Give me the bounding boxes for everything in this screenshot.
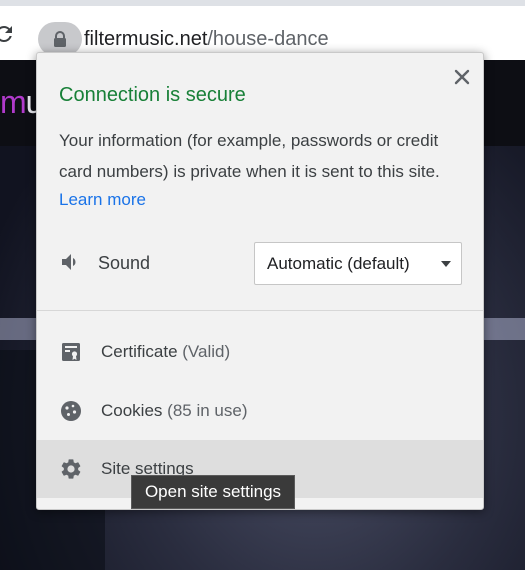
sound-dropdown[interactable]: Automatic (default) — [254, 242, 462, 285]
cookies-label: Cookies (85 in use) — [101, 401, 248, 420]
page-info-popup: Connection is secure Your information (f… — [36, 52, 484, 510]
lock-icon — [54, 31, 66, 47]
address-bar[interactable]: filtermusic.net/house-dance — [84, 26, 329, 52]
site-info-button[interactable] — [38, 22, 82, 56]
chevron-down-icon — [441, 261, 451, 267]
gear-icon — [61, 459, 81, 479]
sound-dropdown-value: Automatic (default) — [267, 254, 410, 273]
speaker-icon — [62, 254, 76, 270]
url-domain: filtermusic.net — [84, 28, 208, 50]
learn-more-link[interactable]: Learn more — [59, 187, 146, 213]
cookies-row[interactable]: Cookies (85 in use) — [37, 382, 483, 440]
certificate-icon — [62, 343, 80, 361]
section-divider — [37, 310, 483, 311]
connection-status-title: Connection is secure — [59, 84, 246, 106]
url-path: /house-dance — [207, 28, 329, 50]
reload-icon[interactable] — [0, 22, 16, 46]
browser-toolbar: filtermusic.net/house-dance — [0, 0, 525, 60]
sound-label: Sound — [98, 253, 151, 273]
certificate-row[interactable]: Certificate (Valid) — [37, 323, 483, 381]
close-icon[interactable] — [450, 65, 474, 89]
certificate-label: Certificate (Valid) — [101, 342, 231, 361]
cookie-icon — [61, 401, 81, 421]
connection-description: Your information (for example, passwords… — [59, 131, 440, 181]
site-settings-tooltip: Open site settings — [131, 475, 295, 509]
